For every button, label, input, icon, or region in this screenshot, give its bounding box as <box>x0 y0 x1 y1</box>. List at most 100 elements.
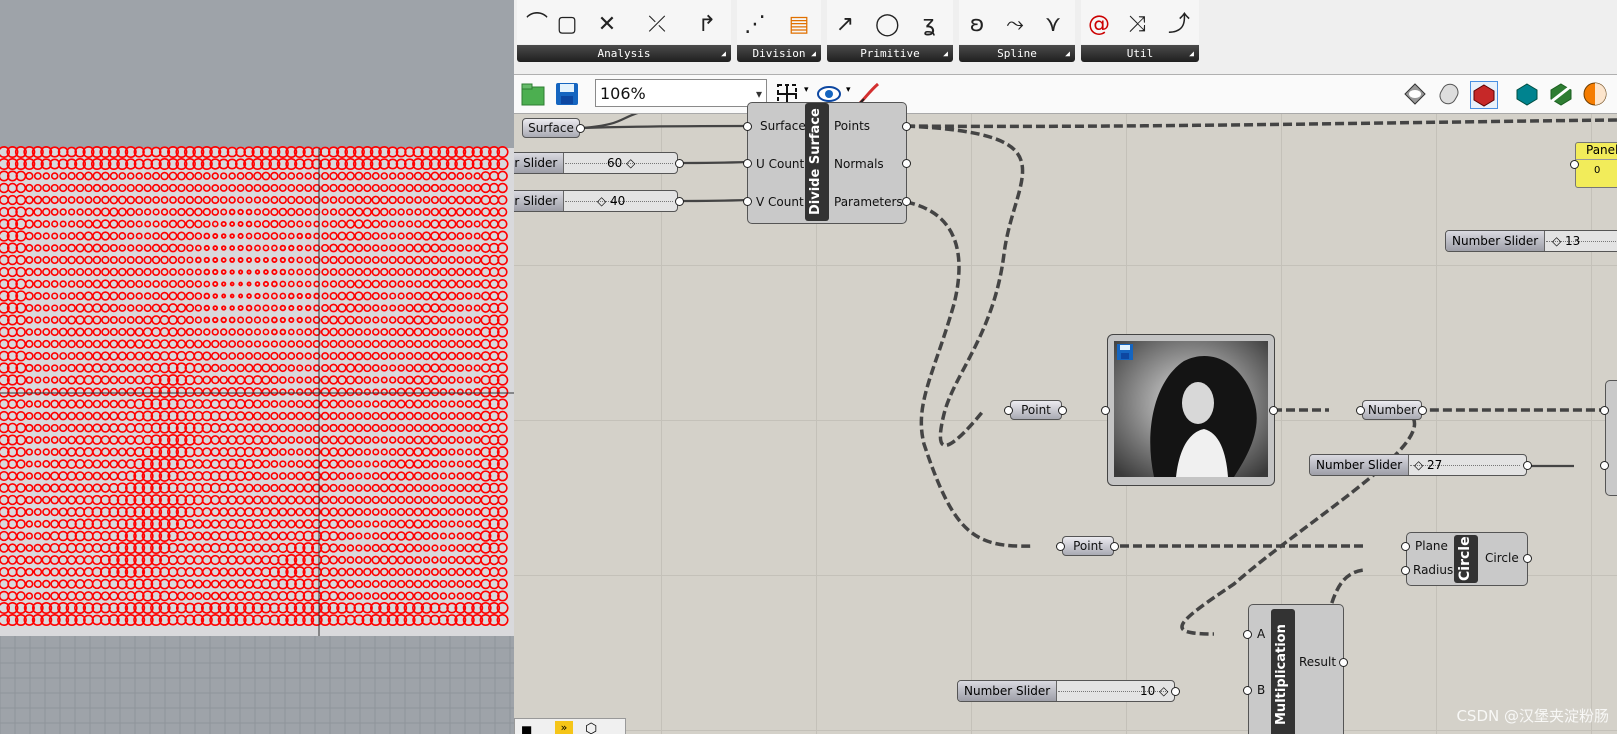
divide-box-icon[interactable]: ▤ <box>787 12 811 38</box>
grasshopper-editor: ⌒ ▢ ✕ ⤫ ↱ Analysis ◢ ⋰ ▤ Division ◢ ↗ ◯ ʓ … <box>514 0 1617 734</box>
panel-title: Panel <box>1576 143 1617 160</box>
viewport-canvas <box>0 146 514 734</box>
input-grip[interactable] <box>743 159 752 168</box>
expand-icon[interactable]: ◢ <box>1189 45 1194 62</box>
input-grip[interactable] <box>1401 566 1410 575</box>
ribbon-group-primitive[interactable]: ↗ ◯ ʓ Primitive ◢ <box>827 0 953 62</box>
polyline-icon[interactable]: ʓ <box>917 12 941 38</box>
save-file-icon[interactable] <box>554 81 580 107</box>
ribbon-group-division[interactable]: ⋰ ▤ Division ◢ <box>737 0 821 62</box>
input-grip[interactable] <box>1056 542 1065 551</box>
hexagon-icon[interactable]: ⬡ <box>585 721 597 734</box>
output-grip[interactable] <box>576 124 585 133</box>
number-param[interactable]: Number <box>1362 400 1422 420</box>
number-slider-27[interactable]: Number Slider ◇ 27 <box>1309 454 1527 476</box>
output-grip[interactable] <box>902 197 911 206</box>
extend-icon[interactable]: ⤴ <box>1167 12 1191 38</box>
input-grip[interactable] <box>1570 160 1579 169</box>
input-grip[interactable] <box>1600 461 1609 470</box>
divide-surface-component[interactable]: Surface U Count V Count Divide Surface P… <box>747 102 907 224</box>
u-count-slider[interactable]: er Slider 60 ◇ <box>514 152 678 174</box>
output-grip[interactable] <box>1110 542 1119 551</box>
open-file-icon[interactable] <box>520 81 546 107</box>
component-ribbon: ⌒ ▢ ✕ ⤫ ↱ Analysis ◢ ⋰ ▤ Division ◢ ↗ ◯ ʓ … <box>514 0 1617 75</box>
circle-component[interactable]: Plane Radius Circle Circle <box>1406 532 1528 586</box>
multiplication-component[interactable]: A B Multiplication Result <box>1248 604 1344 734</box>
partial-component-right[interactable] <box>1605 380 1617 496</box>
slider-name: er Slider <box>514 153 565 173</box>
ribbon-group-analysis[interactable]: ⌒ ▢ ✕ ⤫ ↱ Analysis ◢ <box>517 0 731 62</box>
output-grip[interactable] <box>1171 687 1180 696</box>
output-grip[interactable] <box>1418 406 1427 415</box>
slider-name: er Slider <box>514 191 565 211</box>
vector-icon[interactable]: ⤫ <box>645 12 669 38</box>
point-param[interactable]: Point <box>1010 400 1062 420</box>
grasshopper-canvas[interactable]: Surface er Slider 60 ◇ er Slider ◇ 40 Su… <box>514 102 1617 734</box>
input-grip[interactable] <box>1401 542 1410 551</box>
bake-green-icon[interactable] <box>1548 81 1574 107</box>
display-selected-icon[interactable] <box>1470 81 1498 109</box>
surface-param[interactable]: Surface <box>522 118 580 138</box>
panel-component[interactable]: Panel 0 <box>1575 142 1617 188</box>
nurbs-icon[interactable]: ⋎ <box>1041 12 1065 38</box>
expand-icon[interactable]: ◢ <box>1065 45 1070 62</box>
offset-icon[interactable]: @ <box>1087 12 1111 38</box>
slider-value: 60 ◇ <box>607 156 636 170</box>
input-grip[interactable] <box>1243 630 1252 639</box>
expand-icon[interactable]: ◢ <box>943 45 948 62</box>
input-grip[interactable] <box>1004 406 1013 415</box>
circle-icon[interactable]: ◯ <box>875 12 900 38</box>
output-grip[interactable] <box>675 159 684 168</box>
point-param[interactable]: Point <box>1062 536 1114 556</box>
zoom-dropdown[interactable]: 106% ▾ <box>595 79 767 107</box>
ribbon-group-spline[interactable]: ʚ ⤳ ⋎ Spline ◢ <box>959 0 1075 62</box>
intersect-icon[interactable]: ✕ <box>595 12 619 38</box>
ribbon-group-label: Analysis <box>597 47 651 60</box>
chevron-down-icon[interactable]: ▾ <box>846 85 851 95</box>
expand-icon[interactable]: ◢ <box>811 45 816 62</box>
bake-teal-icon[interactable] <box>1514 81 1540 107</box>
output-grip[interactable] <box>1339 658 1348 667</box>
output-grip[interactable] <box>1058 406 1067 415</box>
save-icon[interactable] <box>1116 343 1134 361</box>
interpolate-icon[interactable]: ⤳ <box>1003 12 1027 38</box>
input-u-count: U Count <box>756 157 805 171</box>
fillet-icon[interactable]: ⤨ <box>1125 12 1149 38</box>
group-icon[interactable]: » <box>555 721 573 734</box>
line-icon[interactable]: ↗ <box>833 12 857 38</box>
material-sphere-icon[interactable] <box>1582 81 1608 107</box>
output-grip[interactable] <box>1269 406 1278 415</box>
output-grip[interactable] <box>1523 554 1532 563</box>
output-grip[interactable] <box>902 122 911 131</box>
canvas-toolbar: 106% ▾ ▾ ▾ <box>514 75 1617 114</box>
box-icon[interactable]: ▢ <box>555 12 579 38</box>
input-grip[interactable] <box>1243 686 1252 695</box>
zoom-value: 106% <box>600 84 646 103</box>
number-slider-10[interactable]: Number Slider 10 ◇ <box>957 680 1175 702</box>
curve-icon[interactable]: ⌒ <box>525 12 549 38</box>
expand-icon[interactable]: ◢ <box>721 45 726 62</box>
ribbon-group-util[interactable]: @ ⤨ ⤴ Util ◢ <box>1081 0 1199 62</box>
display-wire-icon[interactable] <box>1402 81 1428 107</box>
number-slider-13[interactable]: Number Slider ◇ 13 <box>1445 230 1617 252</box>
pin-icon[interactable]: ■ <box>521 723 532 734</box>
spline-icon[interactable]: ʚ <box>965 12 989 38</box>
output-grip[interactable] <box>902 159 911 168</box>
input-grip[interactable] <box>743 122 752 131</box>
output-grip[interactable] <box>1523 461 1532 470</box>
arc-icon[interactable]: ↱ <box>695 12 719 38</box>
input-grip[interactable] <box>743 197 752 206</box>
rhino-viewport[interactable] <box>0 0 514 734</box>
image-sampler-component[interactable] <box>1107 334 1275 486</box>
input-grip[interactable] <box>1101 406 1110 415</box>
chevron-down-icon[interactable]: ▾ <box>804 85 809 95</box>
divide-curve-icon[interactable]: ⋰ <box>743 12 767 38</box>
input-a: A <box>1257 627 1266 641</box>
input-grip[interactable] <box>1600 406 1609 415</box>
display-shaded-icon[interactable] <box>1436 81 1462 107</box>
ribbon-group-label: Primitive <box>860 47 920 60</box>
output-grip[interactable] <box>675 197 684 206</box>
input-grip[interactable] <box>1356 406 1365 415</box>
output-points: Points <box>834 119 871 133</box>
v-count-slider[interactable]: er Slider ◇ 40 <box>514 190 678 212</box>
